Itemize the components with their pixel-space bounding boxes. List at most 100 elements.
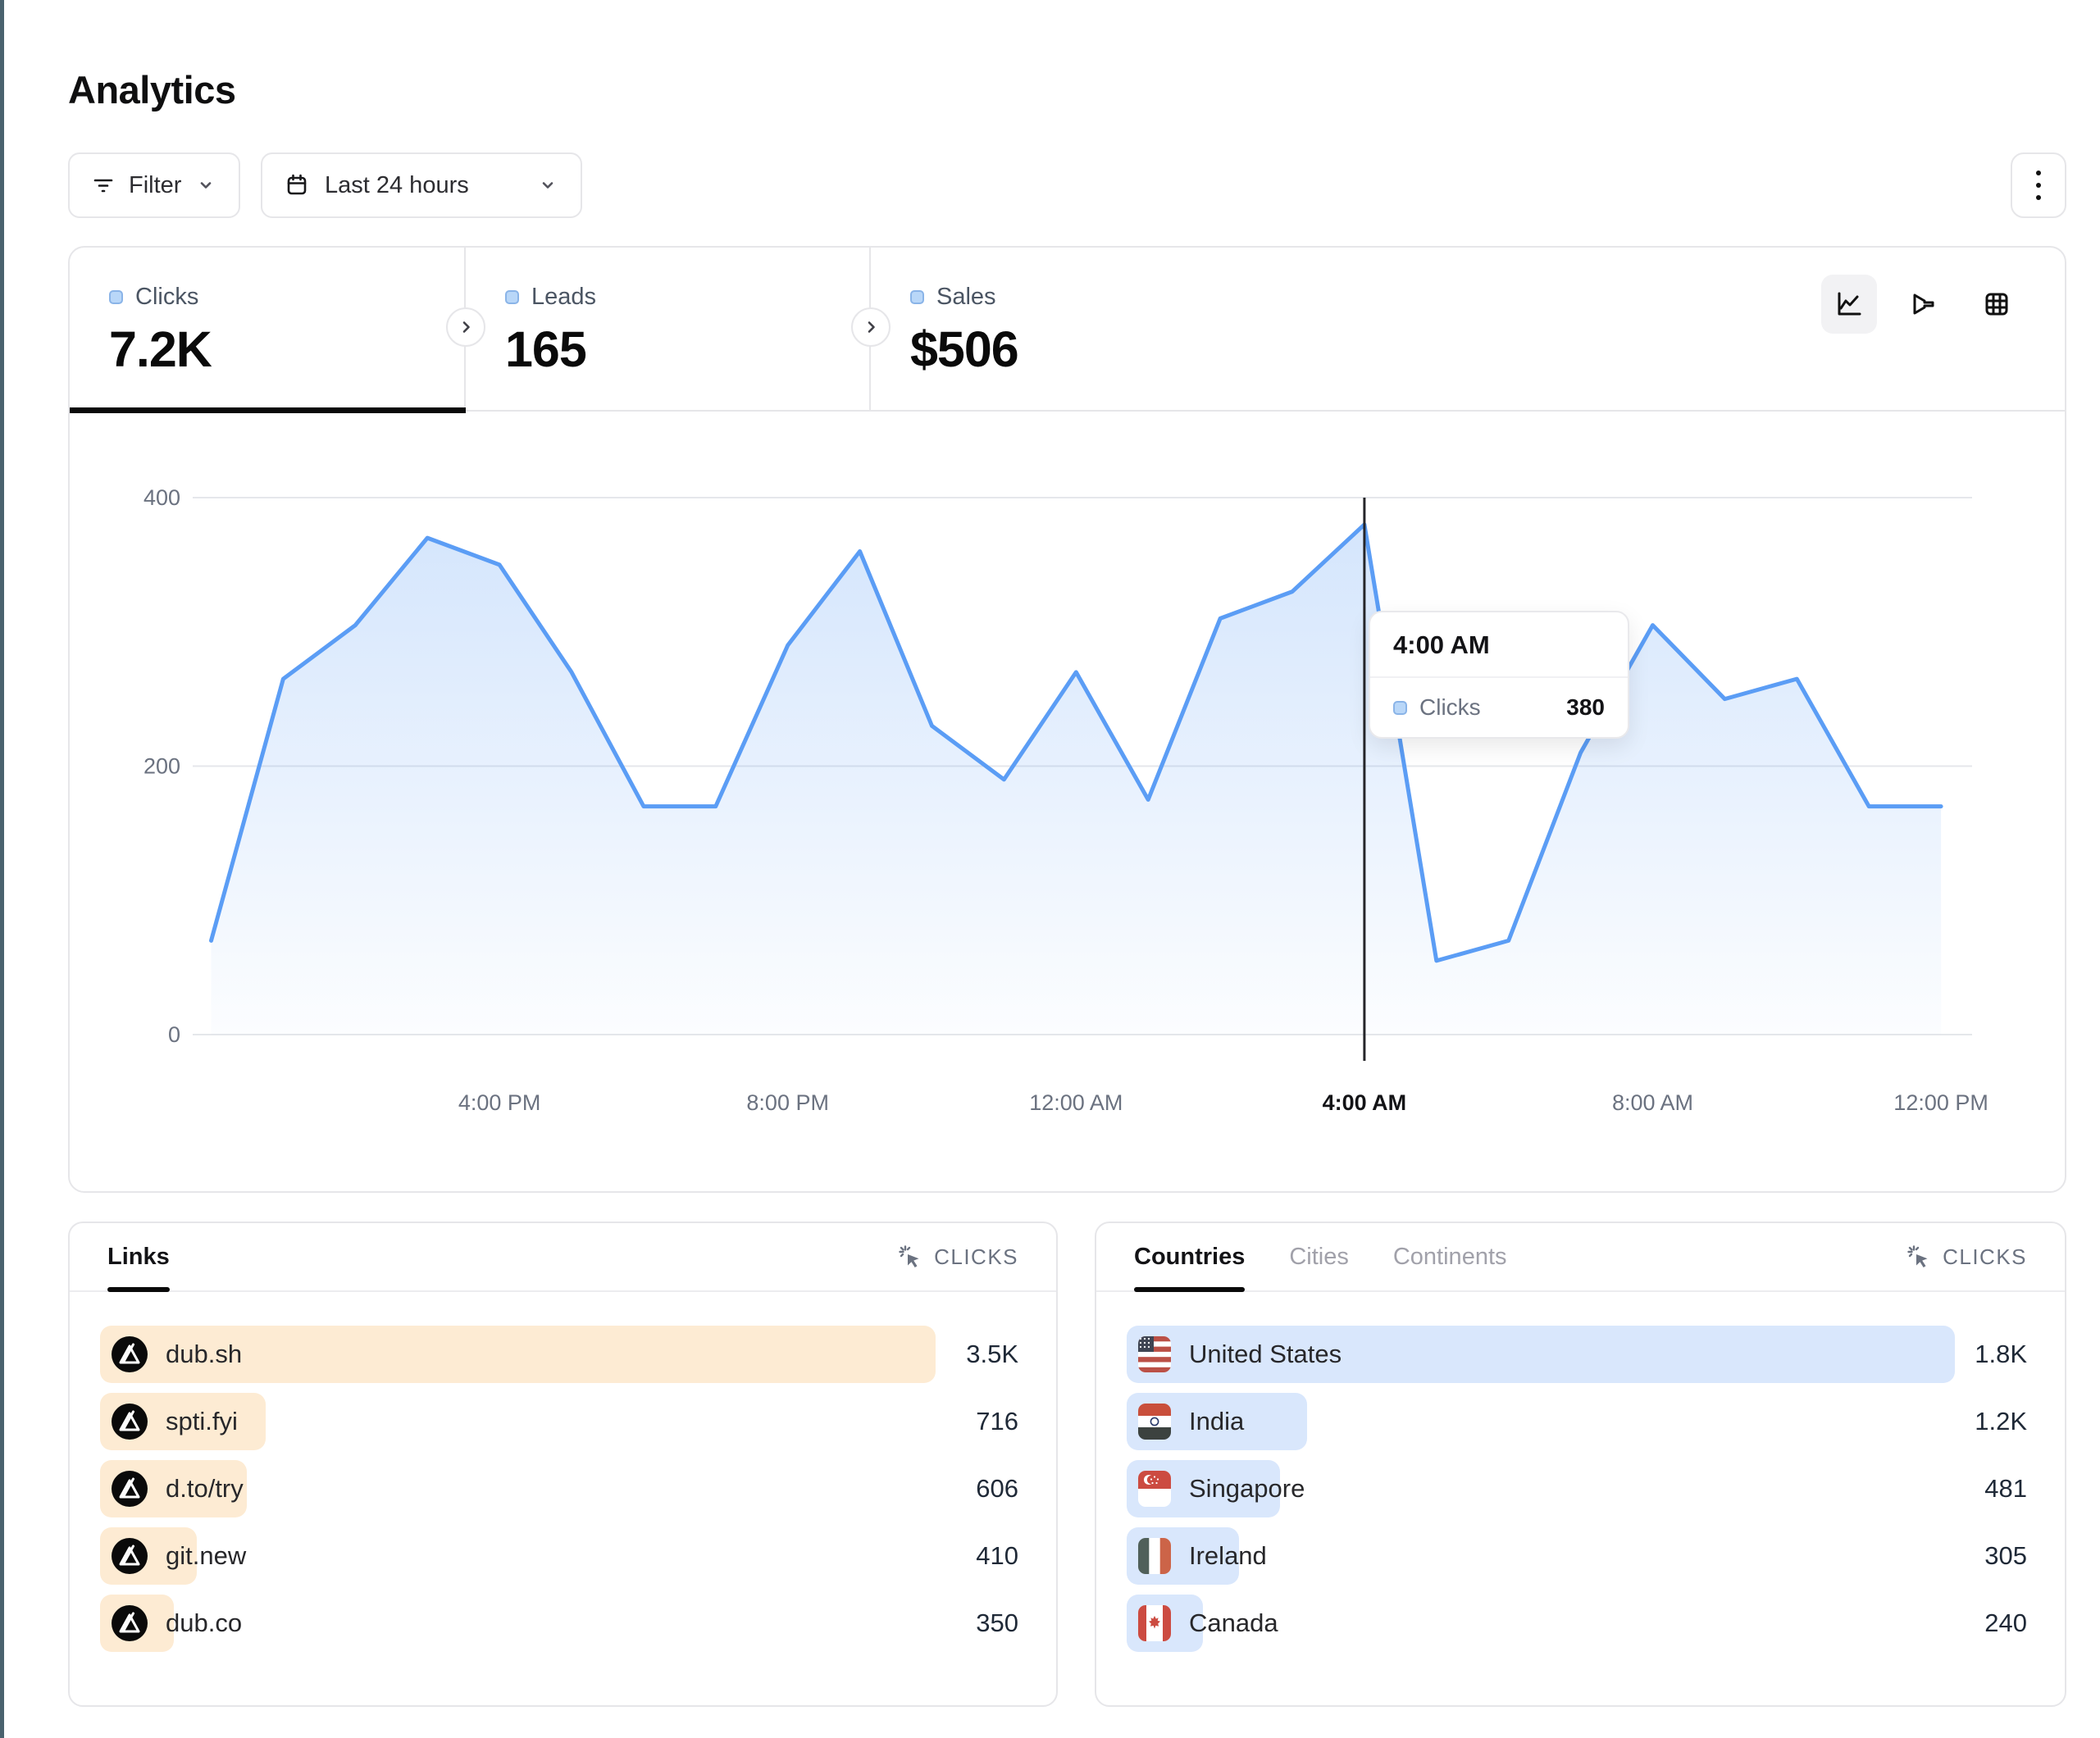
grid-icon-button[interactable] bbox=[1969, 275, 2025, 334]
next-stat-button[interactable] bbox=[446, 307, 485, 347]
tab-label: Links bbox=[107, 1244, 170, 1271]
stat-legend-chip bbox=[505, 290, 519, 304]
analytics-card: Clicks 7.2K Leads 165Sales$506 400 200 0 4:00 … bbox=[68, 246, 2066, 1193]
stat-label: Leads bbox=[531, 284, 596, 311]
dub-favicon bbox=[112, 1605, 148, 1641]
stat-tab-clicks[interactable]: Clicks 7.2K bbox=[70, 248, 466, 412]
x-axis-label: 8:00 AM bbox=[1612, 1090, 1693, 1115]
in-flag-icon bbox=[1138, 1404, 1171, 1440]
tab-continents[interactable]: Continents bbox=[1393, 1223, 1507, 1290]
countries-metric-label: CLICKS bbox=[1943, 1244, 2027, 1270]
tab-label: Continents bbox=[1393, 1244, 1507, 1271]
page-title: Analytics bbox=[68, 67, 235, 112]
link-row[interactable]: git.new 410 bbox=[100, 1527, 1018, 1585]
tooltip-series-label: Clicks bbox=[1419, 694, 1481, 721]
country-row[interactable]: Canada 240 bbox=[1127, 1595, 2027, 1652]
stat-legend-chip bbox=[109, 290, 123, 304]
links-panel-tabs: Links bbox=[107, 1223, 170, 1290]
countries-list: United States 1.8K India 1.2K Singapore 481 Ir… bbox=[1127, 1326, 2027, 1662]
row-label: Singapore bbox=[1189, 1474, 1305, 1504]
stat-label: Clicks bbox=[135, 284, 198, 311]
funnel-icon-button[interactable] bbox=[1895, 275, 1951, 334]
link-row[interactable]: spti.fyi716 bbox=[100, 1393, 1018, 1450]
row-label: dub.co bbox=[166, 1608, 242, 1638]
kebab-icon bbox=[2036, 171, 2041, 175]
link-row[interactable]: dub.co 350 bbox=[100, 1595, 1018, 1652]
tooltip-time: 4:00 AM bbox=[1370, 612, 1628, 676]
row-value: 410 bbox=[976, 1541, 1018, 1571]
row-label: d.to/try bbox=[166, 1474, 244, 1504]
tab-label: Cities bbox=[1289, 1244, 1349, 1271]
row-value: 1.2K bbox=[1975, 1407, 2027, 1436]
country-row[interactable]: United States 1.8K bbox=[1127, 1326, 2027, 1383]
row-value: 240 bbox=[1984, 1608, 2027, 1638]
next-stat-button[interactable] bbox=[851, 307, 891, 347]
row-label: Canada bbox=[1189, 1608, 1278, 1638]
tooltip-value: 380 bbox=[1566, 694, 1605, 721]
links-metric-label: CLICKS bbox=[934, 1244, 1018, 1270]
active-tab-underline bbox=[1134, 1287, 1245, 1292]
date-range-button[interactable]: Last 24 hours bbox=[261, 152, 582, 218]
line-chart-icon-button[interactable] bbox=[1821, 275, 1877, 334]
tab-label: Countries bbox=[1134, 1244, 1245, 1271]
row-value: 606 bbox=[976, 1474, 1018, 1504]
stat-value: 165 bbox=[505, 321, 869, 378]
stat-tab-leads[interactable]: Leads 165 bbox=[466, 248, 871, 412]
stat-value: 7.2K bbox=[109, 321, 464, 378]
date-range-label: Last 24 hours bbox=[325, 172, 469, 199]
funnel-icon bbox=[1906, 287, 1940, 321]
stats-tabs: Clicks 7.2K Leads 165Sales$506 bbox=[70, 248, 2065, 412]
countries-panel: Countries Cities Continents CLICKS United … bbox=[1095, 1222, 2066, 1707]
stat-tab-sales[interactable]: Sales$506 bbox=[871, 248, 1330, 412]
links-panel: Links CLICKS dub.sh3.5K spti.fyi716 d.to/t… bbox=[68, 1222, 1058, 1707]
cursor-click-icon bbox=[1906, 1244, 1932, 1270]
links-metric[interactable]: CLICKS bbox=[897, 1244, 1018, 1270]
row-value: 1.8K bbox=[1975, 1340, 2027, 1369]
analytics-chart[interactable]: 40020004:00 PM8:00 PM12:00 AM4:00 AM8:00… bbox=[70, 412, 2065, 1191]
row-label: Ireland bbox=[1189, 1541, 1267, 1571]
stat-label: Sales bbox=[936, 284, 996, 311]
row-label: dub.sh bbox=[166, 1340, 242, 1369]
country-row[interactable]: Ireland 305 bbox=[1127, 1527, 2027, 1585]
active-tab-underline bbox=[107, 1287, 170, 1292]
tab-countries[interactable]: Countries bbox=[1134, 1223, 1245, 1290]
y-axis-label: 400 bbox=[143, 485, 180, 510]
row-value: 305 bbox=[1984, 1541, 2027, 1571]
tab-cities[interactable]: Cities bbox=[1289, 1223, 1349, 1290]
chevron-down-icon bbox=[194, 174, 217, 197]
row-value: 481 bbox=[1984, 1474, 2027, 1504]
dub-favicon bbox=[112, 1471, 148, 1507]
sg-flag-icon bbox=[1138, 1471, 1171, 1507]
row-label: git.new bbox=[166, 1541, 246, 1571]
links-list: dub.sh3.5K spti.fyi716 d.to/try 606 git.new 4… bbox=[100, 1326, 1018, 1662]
stat-legend-chip bbox=[910, 290, 924, 304]
calendar-icon bbox=[284, 172, 310, 198]
link-row[interactable]: dub.sh3.5K bbox=[100, 1326, 1018, 1383]
dub-favicon bbox=[112, 1336, 148, 1372]
cursor-click-icon bbox=[897, 1244, 923, 1270]
filter-button[interactable]: Filter bbox=[68, 152, 240, 218]
grid-icon bbox=[1979, 287, 2014, 321]
more-menu-button[interactable] bbox=[2011, 152, 2066, 218]
y-axis-label: 200 bbox=[143, 754, 180, 779]
countries-metric[interactable]: CLICKS bbox=[1906, 1244, 2027, 1270]
link-row[interactable]: d.to/try 606 bbox=[100, 1460, 1018, 1517]
country-row[interactable]: Singapore 481 bbox=[1127, 1460, 2027, 1517]
x-axis-label: 4:00 AM bbox=[1323, 1090, 1407, 1115]
y-axis-label: 0 bbox=[168, 1022, 180, 1047]
row-label: spti.fyi bbox=[166, 1407, 238, 1436]
filter-button-label: Filter bbox=[129, 172, 181, 199]
row-label: India bbox=[1189, 1407, 1244, 1436]
x-axis-label: 12:00 AM bbox=[1029, 1090, 1123, 1115]
ca-flag-icon bbox=[1138, 1605, 1171, 1641]
us-flag-icon bbox=[1138, 1336, 1171, 1372]
row-value: 350 bbox=[976, 1608, 1018, 1638]
page-edge-strip bbox=[0, 0, 4, 1738]
country-row[interactable]: India 1.2K bbox=[1127, 1393, 2027, 1450]
tab-links[interactable]: Links bbox=[107, 1223, 170, 1290]
x-axis-label: 12:00 PM bbox=[1893, 1090, 1988, 1115]
row-label: United States bbox=[1189, 1340, 1342, 1369]
series-legend-chip bbox=[1393, 701, 1407, 715]
countries-panel-tabs: Countries Cities Continents bbox=[1134, 1223, 1507, 1290]
x-axis-label: 4:00 PM bbox=[458, 1090, 541, 1115]
